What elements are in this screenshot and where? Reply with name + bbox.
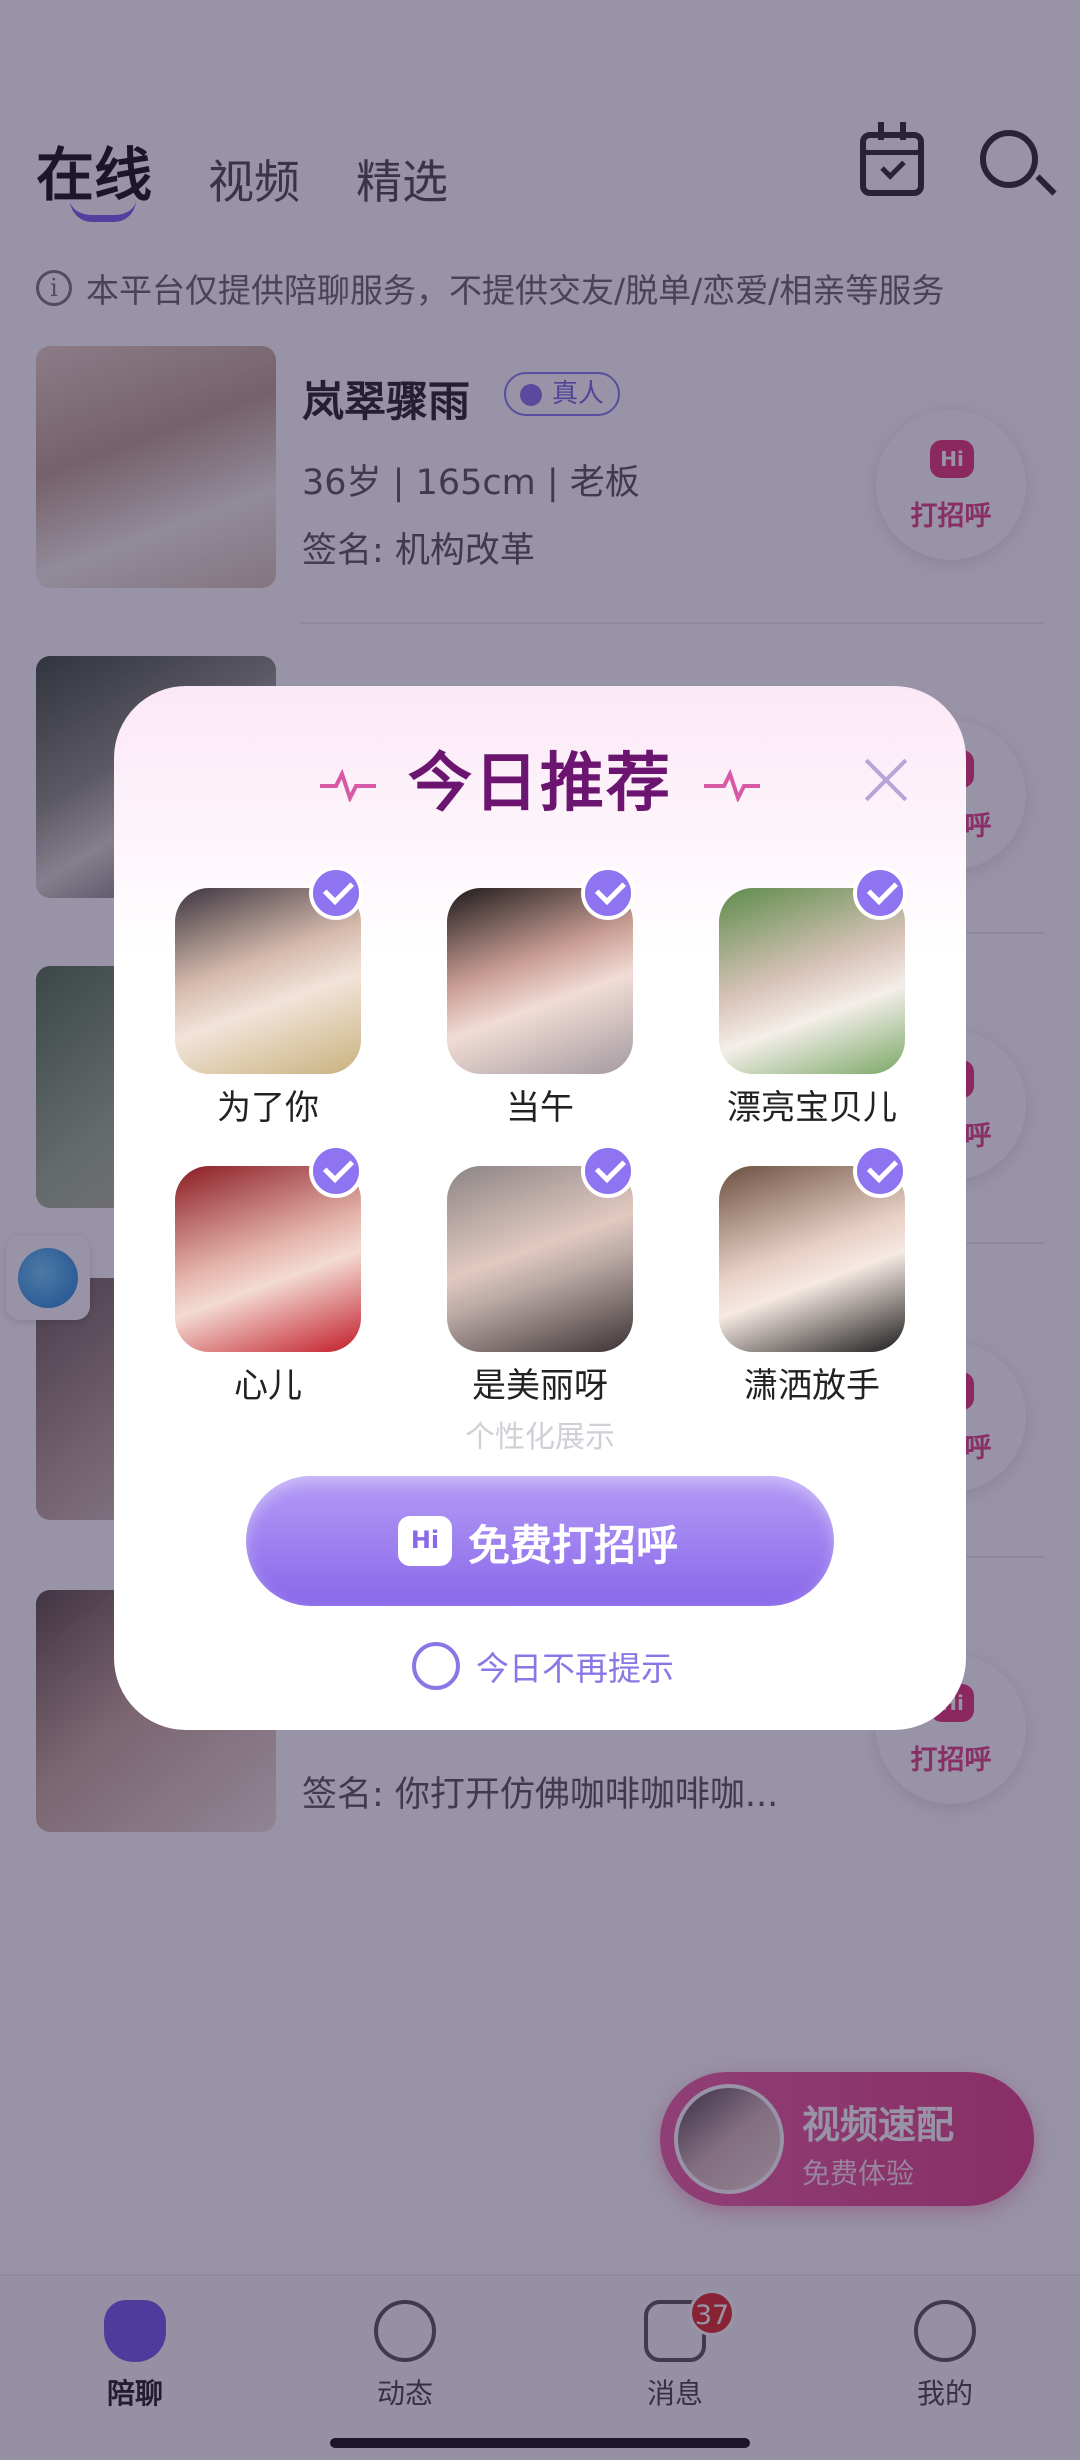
- candidate-name: 漂亮宝贝儿: [727, 1088, 897, 1128]
- candidate-card[interactable]: 漂亮宝贝儿: [697, 866, 927, 1128]
- close-icon[interactable]: [862, 756, 910, 804]
- candidate-name: 潇洒放手: [744, 1366, 880, 1406]
- free-greet-label: 免费打招呼: [468, 1521, 679, 1570]
- candidate-name: 是美丽呀: [472, 1366, 608, 1406]
- candidate-card[interactable]: 心儿: [153, 1144, 383, 1406]
- candidate-card[interactable]: 为了你: [153, 866, 383, 1128]
- check-icon[interactable]: [853, 1144, 907, 1198]
- candidate-name: 当午: [506, 1088, 574, 1128]
- radio-icon[interactable]: [412, 1642, 460, 1690]
- candidate-card[interactable]: 潇洒放手: [697, 1144, 927, 1406]
- hi-chat-icon: Hi: [398, 1516, 452, 1566]
- no-remind-toggle[interactable]: 今日不再提示: [412, 1642, 674, 1690]
- pulse-right-icon: [704, 768, 760, 802]
- recommend-modal: 今日推荐 为了你 当午 漂亮宝贝儿 心儿 是美丽呀 潇洒放手 个性化展示 Hi …: [114, 686, 966, 1730]
- candidate-name: 心儿: [234, 1366, 302, 1406]
- check-icon[interactable]: [581, 1144, 635, 1198]
- personalized-note: 个性化展示: [465, 1420, 615, 1455]
- candidate-card[interactable]: 是美丽呀: [425, 1144, 655, 1406]
- check-icon[interactable]: [581, 866, 635, 920]
- check-icon[interactable]: [309, 1144, 363, 1198]
- check-icon[interactable]: [309, 866, 363, 920]
- candidate-name: 为了你: [217, 1088, 319, 1128]
- modal-title: 今日推荐: [408, 747, 672, 821]
- free-greet-button[interactable]: Hi 免费打招呼: [246, 1476, 834, 1606]
- candidate-card[interactable]: 当午: [425, 866, 655, 1128]
- check-icon[interactable]: [853, 866, 907, 920]
- no-remind-label: 今日不再提示: [476, 1649, 674, 1688]
